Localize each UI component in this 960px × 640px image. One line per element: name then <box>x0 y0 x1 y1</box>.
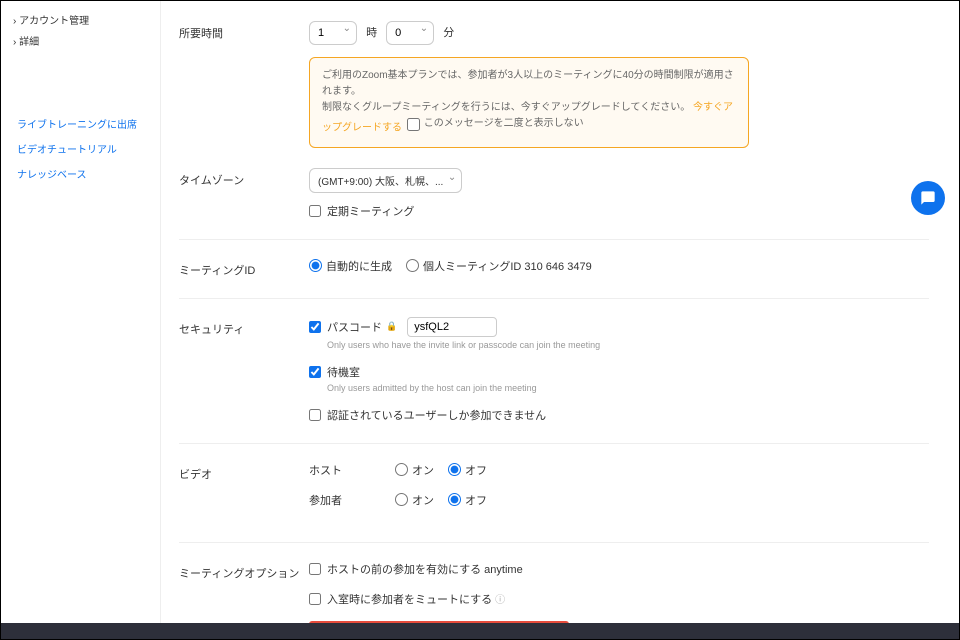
hint-passcode: Only users who have the invite link or p… <box>327 340 929 350</box>
main-content: 所要時間 1 時 0 分 ご利用のZoom基本プランでは、参加者が3人以上のミー… <box>161 1 959 639</box>
sidebar: アカウント管理 詳細 ライブトレーニングに出席 ビデオチュートリアル ナレッジベ… <box>1 1 161 639</box>
row-security: セキュリティ パスコード 🔒 Only users who have the i… <box>179 317 929 423</box>
unit-hours: 時 <box>366 27 377 39</box>
checkbox-passcode[interactable] <box>309 321 321 333</box>
label-timezone: タイムゾーン <box>179 168 309 188</box>
select-timezone[interactable]: (GMT+9:00) 大阪、札幌、... <box>309 168 462 193</box>
label-waiting-room: 待機室 <box>327 364 360 380</box>
radio-participant-off[interactable]: オフ <box>448 492 487 508</box>
label-mute-entry: 入室時に参加者をミュートにする <box>327 591 492 607</box>
radio-host-on[interactable]: オン <box>395 462 434 478</box>
select-minutes[interactable]: 0 <box>386 21 434 45</box>
label-video: ビデオ <box>179 462 309 482</box>
upgrade-alert: ご利用のZoom基本プランでは、参加者が3人以上のミーティングに40分の時間制限… <box>309 57 749 148</box>
label-passcode: パスコード <box>327 319 382 335</box>
label-meeting-id: ミーティングID <box>179 258 309 278</box>
label-security: セキュリティ <box>179 317 309 337</box>
label-dont-show: このメッセージを二度と表示しない <box>424 116 584 132</box>
checkbox-dont-show[interactable] <box>407 118 420 131</box>
row-meeting-id: ミーティングID 自動的に生成 個人ミーティングID 310 646 3479 <box>179 258 929 278</box>
radio-host-off[interactable]: オフ <box>448 462 487 478</box>
checkbox-join-before[interactable] <box>309 563 321 575</box>
radio-personal-id[interactable]: 個人ミーティングID 310 646 3479 <box>406 258 592 274</box>
hint-waiting-room: Only users admitted by the host can join… <box>327 383 929 393</box>
label-auth-only: 認証されているユーザーしか参加できません <box>327 407 546 423</box>
row-video: ビデオ ホスト オン オフ 参加者 オン オフ <box>179 462 929 522</box>
unit-minutes: 分 <box>443 27 454 39</box>
footer-bar <box>1 623 959 639</box>
input-passcode[interactable] <box>407 317 497 337</box>
select-hours[interactable]: 1 <box>309 21 357 45</box>
label-host: ホスト <box>309 462 395 478</box>
label-recurring: 定期ミーティング <box>327 203 414 219</box>
label-options: ミーティングオプション <box>179 561 309 581</box>
lock-icon: 🔒 <box>386 321 397 332</box>
checkbox-auth-only[interactable] <box>309 409 321 421</box>
info-icon[interactable]: ⓘ <box>495 591 505 606</box>
label-join-before: ホストの前の参加を有効にする anytime <box>327 561 523 577</box>
alert-line1: ご利用のZoom基本プランでは、参加者が3人以上のミーティングに40分の時間制限… <box>322 70 734 97</box>
link-knowledge-base[interactable]: ナレッジベース <box>17 161 144 186</box>
checkbox-mute-entry[interactable] <box>309 593 321 605</box>
help-links: ライブトレーニングに出席 ビデオチュートリアル ナレッジベース <box>13 101 148 196</box>
radio-auto-generate[interactable]: 自動的に生成 <box>309 258 392 274</box>
link-live-training[interactable]: ライブトレーニングに出席 <box>17 111 144 136</box>
radio-participant-on[interactable]: オン <box>395 492 434 508</box>
checkbox-recurring[interactable] <box>309 205 321 217</box>
label-participant: 参加者 <box>309 492 395 508</box>
nav-account[interactable]: アカウント管理 <box>13 9 148 30</box>
nav-detail[interactable]: 詳細 <box>13 30 148 51</box>
link-video-tutorial[interactable]: ビデオチュートリアル <box>17 136 144 161</box>
label-duration: 所要時間 <box>179 21 309 41</box>
row-duration: 所要時間 1 時 0 分 ご利用のZoom基本プランでは、参加者が3人以上のミー… <box>179 21 929 148</box>
row-timezone: タイムゾーン (GMT+9:00) 大阪、札幌、... 定期ミーティング <box>179 168 929 219</box>
help-fab[interactable] <box>911 181 945 215</box>
chat-icon <box>920 190 936 206</box>
alert-line2: 制限なくグループミーティングを行うには、今すぐアップグレードしてください。 <box>322 102 690 113</box>
checkbox-waiting-room[interactable] <box>309 366 321 378</box>
